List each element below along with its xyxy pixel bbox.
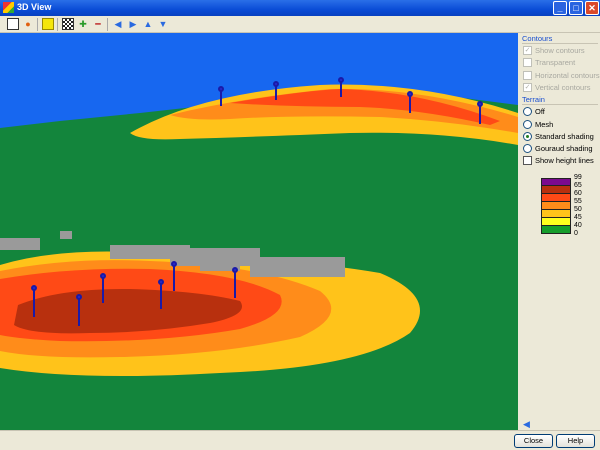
3d-viewport[interactable] — [0, 33, 518, 430]
legend-swatch — [541, 178, 571, 186]
terrain-mesh-radio[interactable]: Mesh — [523, 120, 553, 129]
maximize-button[interactable]: □ — [569, 1, 583, 15]
fit-view-icon[interactable] — [7, 18, 19, 30]
options-panel: Contours ✓ Show contours Transparent Hori… — [518, 33, 600, 430]
legend-value: 0 — [574, 230, 578, 237]
legend-value: 40 — [574, 222, 582, 229]
close-window-button[interactable]: ✕ — [585, 1, 599, 15]
pan-right-icon[interactable]: ▶ — [127, 18, 139, 30]
legend-swatch — [541, 194, 571, 202]
color-legend: 99 65 60 55 50 45 40 0 — [541, 174, 582, 237]
pan-down-icon[interactable]: ▼ — [157, 18, 169, 30]
back-arrow-icon[interactable]: ◀ — [523, 419, 530, 430]
toolbar: ● ✚ ━ ◀ ▶ ▲ ▼ — [0, 16, 600, 33]
help-button[interactable]: Help — [556, 434, 595, 448]
window-title: 3D View — [17, 2, 52, 12]
legend-swatch — [541, 186, 571, 194]
vertical-contours-checkbox[interactable]: ✓ Vertical contours — [523, 83, 590, 92]
zoom-out-icon[interactable]: ━ — [92, 18, 104, 30]
render-icon[interactable]: ● — [22, 18, 34, 30]
terrain-scene — [0, 33, 518, 430]
terrain-gouraud-shading-radio[interactable]: Gouraud shading — [523, 144, 593, 153]
pan-up-icon[interactable]: ▲ — [142, 18, 154, 30]
terrain-off-radio[interactable]: Off — [523, 107, 545, 116]
legend-value: 99 — [574, 174, 582, 181]
legend-value: 55 — [574, 198, 582, 205]
app-icon — [3, 2, 14, 13]
minimize-button[interactable]: _ — [553, 1, 567, 15]
pan-left-icon[interactable]: ◀ — [112, 18, 124, 30]
title-bar: 3D View _ □ ✕ — [0, 0, 600, 16]
legend-value: 65 — [574, 182, 582, 189]
legend-swatch — [541, 218, 571, 226]
horizontal-contours-checkbox[interactable]: Horizontal contours — [523, 71, 600, 80]
legend-value: 45 — [574, 214, 582, 221]
highlight-icon[interactable] — [42, 18, 54, 30]
show-contours-checkbox[interactable]: ✓ Show contours — [523, 46, 585, 55]
transparent-checkbox[interactable]: Transparent — [523, 58, 575, 67]
legend-value: 60 — [574, 190, 582, 197]
legend-value: 50 — [574, 206, 582, 213]
terrain-standard-shading-radio[interactable]: Standard shading — [523, 132, 594, 141]
legend-swatch — [541, 202, 571, 210]
legend-swatch — [541, 210, 571, 218]
bottom-bar: Close Help — [0, 430, 600, 450]
contours-heading: Contours — [522, 34, 553, 43]
close-button[interactable]: Close — [514, 434, 553, 448]
legend-swatch — [541, 226, 571, 234]
zoom-in-icon[interactable]: ✚ — [77, 18, 89, 30]
grid-icon[interactable] — [62, 18, 74, 30]
show-height-lines-checkbox[interactable]: Show height lines — [523, 156, 594, 165]
terrain-heading: Terrain — [522, 95, 545, 104]
